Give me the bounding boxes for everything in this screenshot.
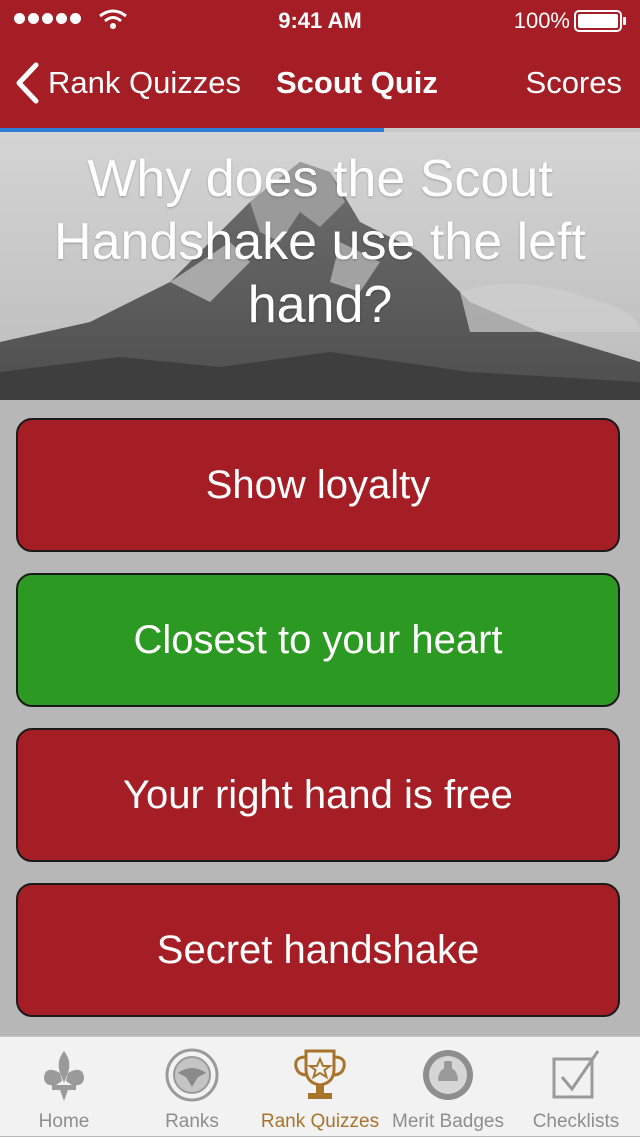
eagle-badge-icon xyxy=(165,1048,219,1102)
answer-button-2[interactable]: Closest to your heart xyxy=(16,573,620,707)
answer-button-4[interactable]: Secret handshake xyxy=(16,883,620,1017)
page-title: Scout Quiz xyxy=(276,65,438,100)
tab-merit-badges[interactable]: Merit Badges xyxy=(384,1037,512,1137)
tab-merit-badges-label: Merit Badges xyxy=(392,1111,504,1132)
tab-home[interactable]: Home xyxy=(0,1037,128,1137)
checkbox-icon xyxy=(552,1050,600,1099)
navigation-bar: Rank Quizzes Scout Quiz Scores xyxy=(0,40,640,128)
chevron-left-icon xyxy=(16,62,39,104)
tab-rank-quizzes-label: Rank Quizzes xyxy=(260,1111,380,1132)
fleur-de-lis-icon xyxy=(44,1051,84,1101)
battery-percentage: 100% xyxy=(513,8,570,33)
trophy-icon xyxy=(294,1049,346,1099)
back-button[interactable]: Rank Quizzes xyxy=(14,62,241,104)
question-text: Why does the Scout Handshake use the lef… xyxy=(54,150,586,334)
back-label: Rank Quizzes xyxy=(48,65,241,100)
merit-badge-icon xyxy=(423,1050,473,1100)
tab-ranks[interactable]: Ranks xyxy=(128,1037,256,1137)
status-bar: 9:41 AM 100% xyxy=(0,0,640,40)
answer-list: Show loyalty Closest to your heart Your … xyxy=(0,400,640,1036)
tab-bar: Home Ranks Rank Quizzes Merit Badges Che… xyxy=(0,1036,640,1136)
tab-rank-quizzes[interactable]: Rank Quizzes xyxy=(256,1037,384,1137)
battery-icon xyxy=(574,10,626,32)
answer-button-3[interactable]: Your right hand is free xyxy=(16,728,620,862)
question-hero: Why does the Scout Handshake use the lef… xyxy=(0,132,640,400)
tab-ranks-label: Ranks xyxy=(165,1111,219,1132)
tab-checklists[interactable]: Checklists xyxy=(512,1037,640,1137)
answer-button-1[interactable]: Show loyalty xyxy=(16,418,620,552)
scores-button[interactable]: Scores xyxy=(526,65,622,101)
tab-checklists-label: Checklists xyxy=(532,1111,620,1132)
